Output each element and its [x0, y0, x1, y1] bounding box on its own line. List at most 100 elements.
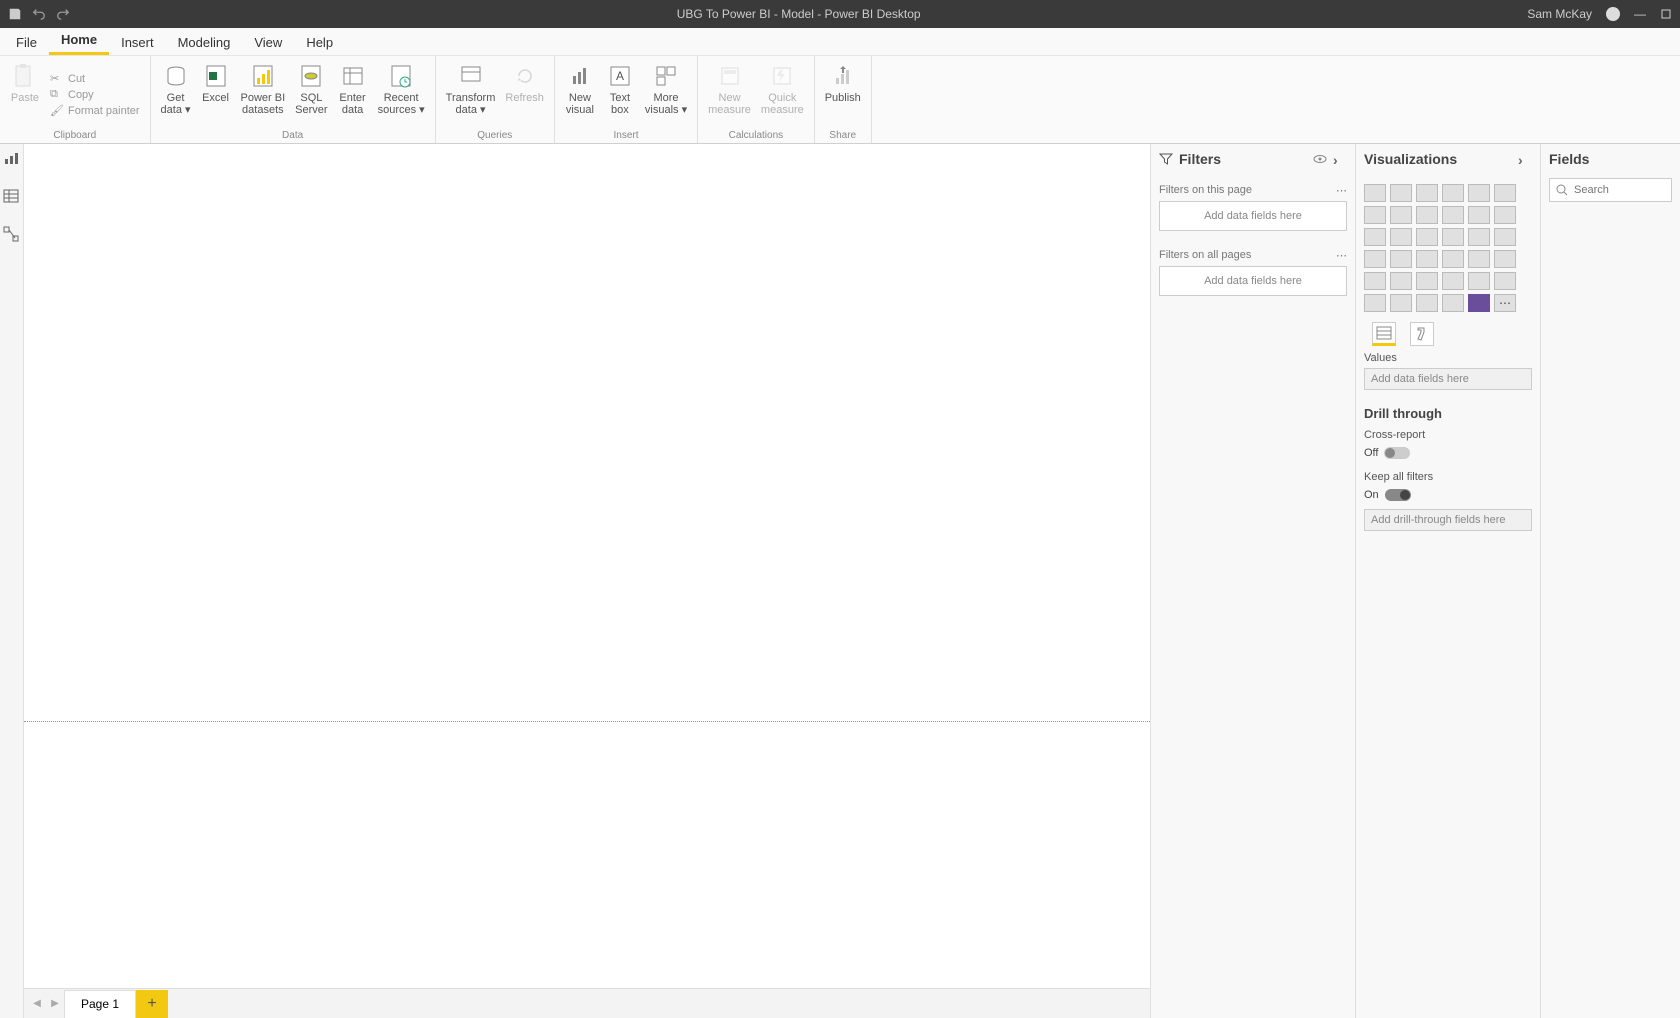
- show-icon[interactable]: [1313, 152, 1327, 166]
- more-icon[interactable]: ⋯: [1336, 249, 1347, 262]
- viz-100-bar-icon[interactable]: [1468, 184, 1490, 202]
- paste-icon: [11, 62, 39, 90]
- viz-kpi-icon[interactable]: [1364, 272, 1386, 290]
- tab-view[interactable]: View: [242, 30, 294, 55]
- ribbon-group-data: Get data ▾ Excel Power BI datasets SQL S…: [151, 56, 436, 143]
- viz-100-column-icon[interactable]: [1494, 184, 1516, 202]
- cross-report-toggle[interactable]: [1384, 447, 1410, 459]
- keep-all-filters-toggle[interactable]: [1385, 489, 1411, 501]
- new-measure-button: New measure: [704, 60, 755, 129]
- viz-line-clustered-icon[interactable]: [1468, 206, 1490, 224]
- viz-ribbon-icon[interactable]: [1494, 206, 1516, 224]
- viz-map-icon[interactable]: [1364, 250, 1386, 268]
- viz-qa-icon[interactable]: [1416, 294, 1438, 312]
- page-tab-1[interactable]: Page 1: [64, 990, 136, 1018]
- viz-card-icon[interactable]: [1468, 250, 1490, 268]
- pbi-datasets-button[interactable]: Power BI datasets: [237, 60, 290, 129]
- values-dropzone[interactable]: Add data fields here: [1364, 368, 1532, 390]
- viz-pie-icon[interactable]: [1442, 228, 1464, 246]
- viz-filled-map-icon[interactable]: [1390, 250, 1412, 268]
- enter-data-button[interactable]: Enter data: [334, 60, 372, 129]
- viz-area-icon[interactable]: [1390, 206, 1412, 224]
- viz-stacked-area-icon[interactable]: [1416, 206, 1438, 224]
- viz-r-icon[interactable]: [1468, 272, 1490, 290]
- redo-icon[interactable]: [56, 7, 70, 21]
- data-view-icon[interactable]: [3, 188, 21, 206]
- page-next-button[interactable]: ▶: [46, 990, 64, 1018]
- tab-modeling[interactable]: Modeling: [166, 30, 243, 55]
- viz-gauge-icon[interactable]: [1442, 250, 1464, 268]
- viz-donut-icon[interactable]: [1468, 228, 1490, 246]
- viz-decomposition-icon[interactable]: [1390, 294, 1412, 312]
- publish-icon: [829, 62, 857, 90]
- model-view-icon[interactable]: [3, 226, 21, 244]
- new-visual-button[interactable]: New visual: [561, 60, 599, 129]
- viz-stacked-bar-icon[interactable]: [1364, 184, 1386, 202]
- get-data-button[interactable]: Get data ▾: [157, 60, 195, 129]
- viz-stacked-column-icon[interactable]: [1390, 184, 1412, 202]
- search-input[interactable]: [1574, 184, 1680, 196]
- filters-on-page-label: Filters on this page: [1159, 184, 1252, 197]
- collapse-icon[interactable]: ›: [1518, 152, 1532, 166]
- sql-server-button[interactable]: SQL Server: [291, 60, 331, 129]
- viz-multi-card-icon[interactable]: [1494, 250, 1516, 268]
- viz-table-icon[interactable]: [1416, 272, 1438, 290]
- viz-clustered-column-icon[interactable]: [1442, 184, 1464, 202]
- excel-button[interactable]: Excel: [197, 60, 235, 129]
- filters-title: Filters: [1179, 151, 1221, 167]
- tab-help[interactable]: Help: [294, 30, 345, 55]
- more-icon[interactable]: ⋯: [1336, 184, 1347, 197]
- title-bar: UBG To Power BI - Model - Power BI Deskt…: [0, 0, 1680, 28]
- text-box-button[interactable]: AText box: [601, 60, 639, 129]
- undo-icon[interactable]: [32, 7, 46, 21]
- viz-arcgis-icon[interactable]: [1442, 294, 1464, 312]
- viz-shape-map-icon[interactable]: [1416, 250, 1438, 268]
- cross-report-label: Cross-report: [1364, 425, 1532, 445]
- tab-file[interactable]: File: [4, 30, 49, 55]
- publish-button[interactable]: Publish: [821, 60, 865, 129]
- viz-key-influencers-icon[interactable]: [1364, 294, 1386, 312]
- viz-slicer-icon[interactable]: [1390, 272, 1412, 290]
- fields-search[interactable]: [1549, 178, 1672, 202]
- visualizations-pane: Visualizations ›: [1355, 144, 1540, 1018]
- format-button[interactable]: [1410, 322, 1434, 346]
- format-painter-button: 🖌Format painter: [50, 104, 140, 118]
- drill-dropzone[interactable]: Add drill-through fields here: [1364, 509, 1532, 531]
- maximize-icon[interactable]: [1660, 8, 1672, 20]
- save-icon[interactable]: [8, 7, 22, 21]
- user-name[interactable]: Sam McKay: [1527, 7, 1592, 21]
- fields-title: Fields: [1549, 151, 1589, 167]
- viz-waterfall-icon[interactable]: [1364, 228, 1386, 246]
- collapse-icon[interactable]: ›: [1333, 152, 1347, 166]
- viz-line-column-icon[interactable]: [1442, 206, 1464, 224]
- report-canvas[interactable]: ◀ ▶ Page 1 +: [24, 144, 1150, 1018]
- viz-more-icon[interactable]: ⋯: [1494, 294, 1516, 312]
- tab-insert[interactable]: Insert: [109, 30, 166, 55]
- viz-scatter-icon[interactable]: [1416, 228, 1438, 246]
- filters-pane: Filters › Filters on this page ⋯ Add data…: [1150, 144, 1355, 1018]
- viz-treemap-icon[interactable]: [1494, 228, 1516, 246]
- viz-funnel-icon[interactable]: [1390, 228, 1412, 246]
- more-visuals-button[interactable]: More visuals ▾: [641, 60, 691, 129]
- report-view-icon[interactable]: [3, 150, 21, 168]
- minimize-icon[interactable]: —: [1634, 8, 1646, 20]
- search-icon: [1556, 184, 1568, 196]
- add-page-button[interactable]: +: [136, 990, 168, 1018]
- transform-data-icon: [457, 62, 485, 90]
- viz-clustered-bar-icon[interactable]: [1416, 184, 1438, 202]
- fields-well-button[interactable]: [1372, 322, 1396, 346]
- viz-power-apps-icon[interactable]: [1468, 294, 1490, 312]
- viz-line-icon[interactable]: [1364, 206, 1386, 224]
- viz-python-icon[interactable]: [1494, 272, 1516, 290]
- transform-data-button[interactable]: Transform data ▾: [442, 60, 500, 129]
- avatar-icon[interactable]: [1606, 7, 1620, 21]
- drill-through-label: Drill through: [1364, 398, 1532, 425]
- viz-matrix-icon[interactable]: [1442, 272, 1464, 290]
- ribbon-group-calculations: New measure Quick measure Calculations: [698, 56, 815, 143]
- page-prev-button[interactable]: ◀: [28, 990, 46, 1018]
- cut-icon: ✂: [50, 72, 64, 86]
- filters-page-dropzone[interactable]: Add data fields here: [1159, 201, 1347, 231]
- tab-home[interactable]: Home: [49, 27, 109, 55]
- recent-sources-button[interactable]: Recent sources ▾: [374, 60, 429, 129]
- filters-all-dropzone[interactable]: Add data fields here: [1159, 266, 1347, 296]
